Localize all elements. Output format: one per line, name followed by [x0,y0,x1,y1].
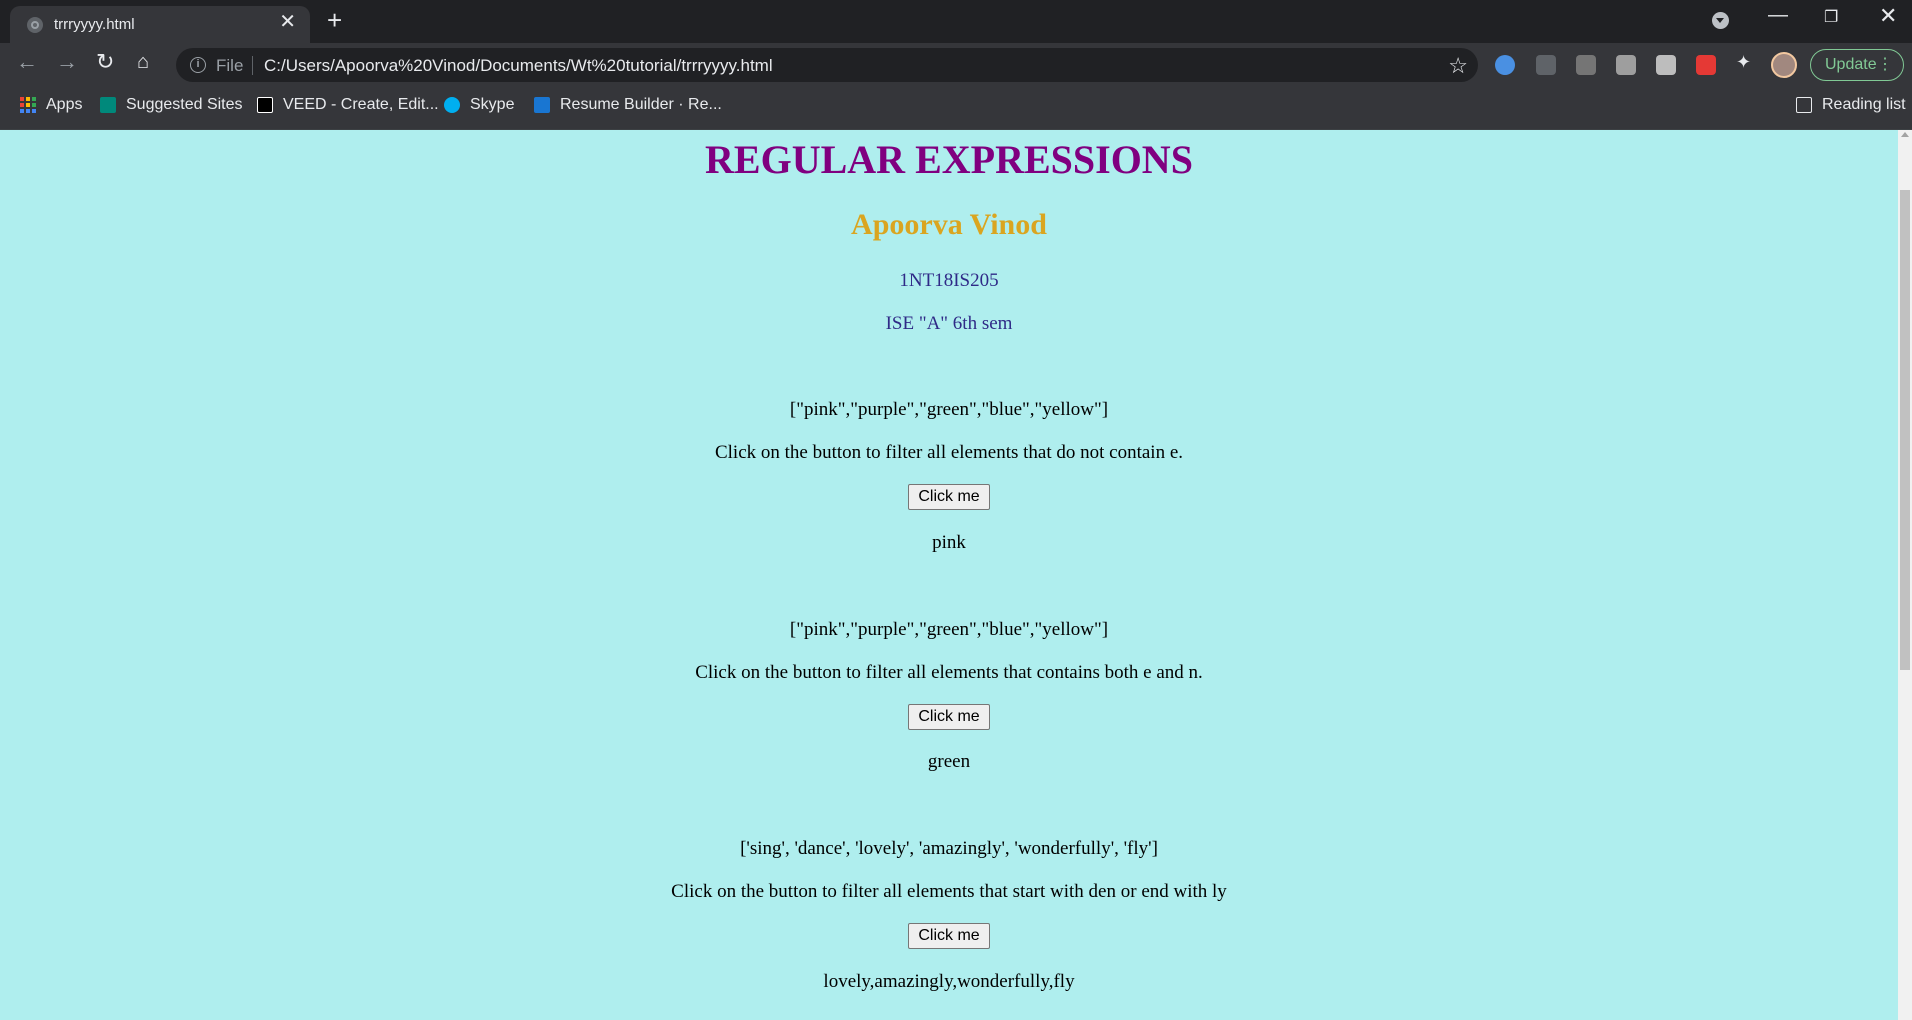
address-bar[interactable]: i File C:/Users/Apoorva%20Vinod/Document… [176,48,1478,82]
bookmark-label: VEED - Create, Edit... [283,96,439,113]
usn-text: 1NT18IS205 [899,270,999,291]
reading-list-icon [1796,97,1812,113]
array-text-2: ["pink","purple","green","blue","yellow"… [789,619,1109,640]
bookmark-suggested-sites[interactable]: Suggested Sites [100,96,243,114]
tab-strip: trrryyyy.html ✕ + — ❐ ✕ [0,0,1912,43]
bookmarks-bar: Apps Suggested Sites VEED - Create, Edit… [0,88,1912,130]
url-text[interactable]: C:/Users/Apoorva%20Vinod/Documents/Wt%20… [264,56,773,76]
omnibox-divider [252,56,253,75]
result-text-3: lovely,amazingly,wonderfully,fly [823,971,1075,992]
bookmark-label: Skype [470,96,515,113]
bookmark-star-icon[interactable]: ☆ [1448,53,1468,79]
minimize-icon[interactable]: — [1768,4,1788,27]
extension-2-icon[interactable] [1536,55,1556,75]
page-scrollbar[interactable] [1898,130,1912,1020]
reading-list[interactable]: Reading list [1796,96,1906,114]
student-name: Apoorva Vinod [851,208,1047,241]
bookmark-label: Suggested Sites [126,96,243,113]
array-text-1: ["pink","purple","green","blue","yellow"… [789,399,1109,420]
home-icon[interactable]: ⌂ [137,51,149,73]
reading-list-label: Reading list [1822,96,1906,113]
new-tab-button[interactable]: + [327,7,342,33]
browser-tab[interactable]: trrryyyy.html ✕ [10,6,310,43]
result-text-1: pink [932,532,966,553]
browser-toolbar: ← → ↻ ⌂ i File C:/Users/Apoorva%20Vinod/… [0,43,1912,88]
bookmark-skype[interactable]: Skype [444,96,514,114]
instruction-text-2: Click on the button to filter all elemen… [695,662,1203,683]
extension-4-icon[interactable] [1616,55,1636,75]
bookmark-veed[interactable]: VEED - Create, Edit... [257,96,439,114]
resume-builder-icon [534,97,550,113]
apps-grid-icon [20,97,36,113]
extension-3-icon[interactable] [1576,55,1596,75]
result-text-2: green [927,751,971,772]
extension-5-icon[interactable] [1656,55,1676,75]
avatar[interactable] [1771,52,1797,78]
bookmark-resume-builder[interactable]: Resume Builder · Re... [534,96,722,114]
array-text-3: ['sing', 'dance', 'lovely', 'amazingly',… [740,838,1158,859]
reload-icon[interactable]: ↻ [96,51,114,73]
scrollbar-thumb[interactable] [1900,190,1910,670]
forward-icon[interactable]: → [56,51,78,73]
restore-icon[interactable]: ❐ [1824,7,1838,27]
back-icon[interactable]: ← [16,51,38,73]
class-text: ISE "A" 6th sem [885,313,1013,334]
update-button[interactable]: Update ⋮ [1810,49,1904,81]
scheme-label: File [216,56,244,75]
extension-tp-icon[interactable] [1696,55,1716,75]
scroll-up-icon[interactable] [1901,132,1909,137]
bookmark-apps[interactable]: Apps [20,96,82,114]
page-content: REGULAR EXPRESSIONS Apoorva Vinod 1NT18I… [0,130,1898,1020]
page-title: REGULAR EXPRESSIONS [705,137,1193,182]
update-label: Update [1825,56,1877,73]
puzzle-icon[interactable]: ✦ [1736,52,1756,72]
tab-search-icon[interactable] [1712,12,1729,29]
instruction-text-1: Click on the button to filter all elemen… [714,442,1184,463]
skype-icon [444,97,460,113]
bookmark-label: Apps [46,96,83,113]
bing-icon [100,97,116,113]
more-icon: ⋮ [1877,56,1893,73]
info-icon[interactable]: i [190,57,206,73]
window-close-icon[interactable]: ✕ [1879,3,1897,29]
tab-title: trrryyyy.html [54,16,135,33]
click-me-button-3[interactable]: Click me [908,923,990,949]
globe-icon [27,17,43,33]
tab-close-icon[interactable]: ✕ [279,12,296,32]
instruction-text-3: Click on the button to filter all elemen… [671,881,1227,902]
bookmark-label: Resume Builder · Re... [560,96,722,113]
click-me-button-1[interactable]: Click me [908,484,990,510]
click-me-button-2[interactable]: Click me [908,704,990,730]
extension-1-icon[interactable] [1495,55,1515,75]
veed-icon [257,97,273,113]
